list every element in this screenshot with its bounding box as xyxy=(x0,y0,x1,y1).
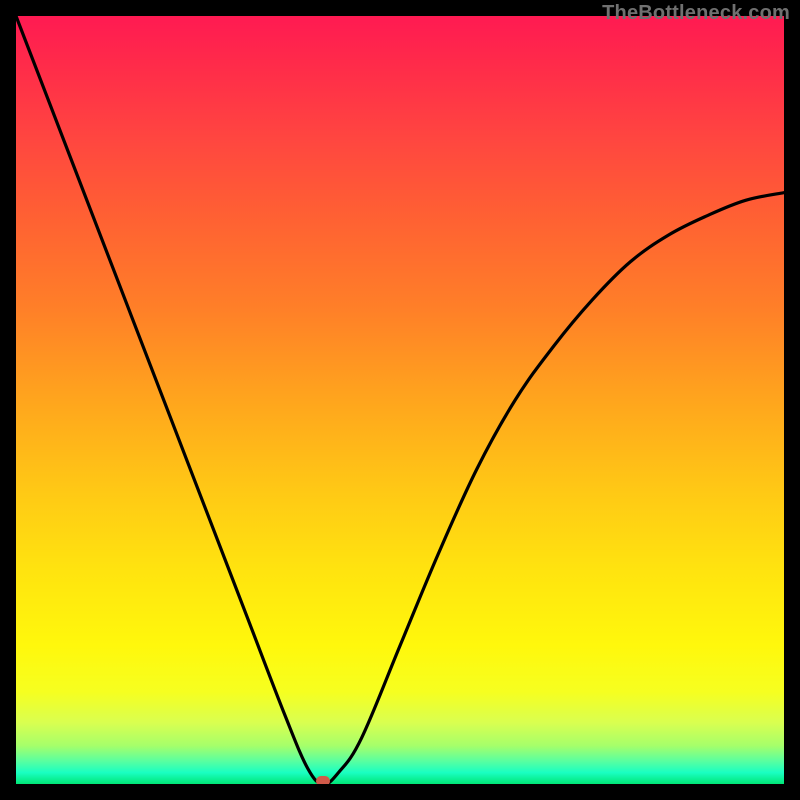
optimal-point-marker xyxy=(316,776,330,784)
bottleneck-curve xyxy=(16,16,784,784)
chart-frame: TheBottleneck.com xyxy=(0,0,800,800)
watermark-text: TheBottleneck.com xyxy=(602,2,790,25)
plot-area xyxy=(16,16,784,784)
